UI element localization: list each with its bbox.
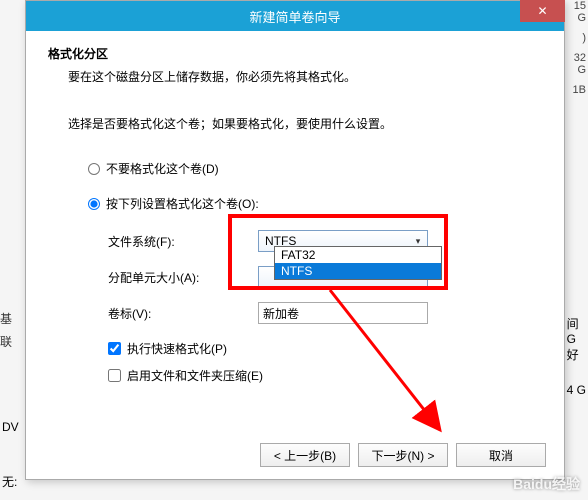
quick-format-checkbox[interactable]: 执行快速格式化(P) xyxy=(108,340,542,357)
volume-label-label: 卷标(V): xyxy=(108,305,258,322)
instruction-text: 选择是否要格式化这个卷；如果要格式化，要使用什么设置。 xyxy=(68,115,542,132)
radio-format[interactable]: 按下列设置格式化这个卷(O): xyxy=(88,195,542,212)
radio-no-format[interactable]: 不要格式化这个卷(D) xyxy=(88,160,542,177)
quick-format-label: 执行快速格式化(P) xyxy=(127,340,227,357)
background-fragments-right: 15 G ) 32 G 1B xyxy=(563,0,588,500)
next-button[interactable]: 下一步(N) > xyxy=(358,443,448,467)
dialog-title: 新建简单卷向导 xyxy=(249,7,340,26)
dialog-content: 格式化分区 要在这个磁盘分区上储存数据，你必须先将其格式化。 选择是否要格式化这… xyxy=(26,31,564,384)
quick-format-input[interactable] xyxy=(108,342,121,355)
close-icon: ✕ xyxy=(537,4,547,18)
wizard-dialog: 新建简单卷向导 ✕ 格式化分区 要在这个磁盘分区上储存数据，你必须先将其格式化。… xyxy=(25,0,565,480)
cancel-button[interactable]: 取消 xyxy=(456,443,546,467)
button-bar: < 上一步(B) 下一步(N) > 取消 xyxy=(260,443,546,467)
allocation-label: 分配单元大小(A): xyxy=(108,269,258,286)
compress-checkbox[interactable]: 启用文件和文件夹压缩(E) xyxy=(108,367,542,384)
section-description: 要在这个磁盘分区上储存数据，你必须先将其格式化。 xyxy=(68,68,542,85)
background-fragments-left: 基 联 xyxy=(0,310,12,356)
bg-frag-no: 无: xyxy=(2,473,17,490)
bg-frag-dv: DV xyxy=(2,420,19,434)
dropdown-option-ntfs[interactable]: NTFS xyxy=(275,263,441,279)
dropdown-option-fat32[interactable]: FAT32 xyxy=(275,247,441,263)
back-button[interactable]: < 上一步(B) xyxy=(260,443,350,467)
radio-no-format-input[interactable] xyxy=(88,163,100,175)
filesystem-dropdown[interactable]: FAT32 NTFS xyxy=(274,246,442,280)
radio-format-label: 按下列设置格式化这个卷(O): xyxy=(106,195,259,212)
filesystem-label: 文件系统(F): xyxy=(108,233,258,250)
section-title: 格式化分区 xyxy=(48,45,542,62)
compress-input[interactable] xyxy=(108,369,121,382)
titlebar: 新建简单卷向导 ✕ xyxy=(26,1,564,31)
volume-label-row: 卷标(V): xyxy=(108,302,542,324)
watermark: Baidu经验 xyxy=(513,474,580,494)
compress-label: 启用文件和文件夹压缩(E) xyxy=(127,367,263,384)
volume-label-input[interactable] xyxy=(258,302,428,324)
radio-format-input[interactable] xyxy=(88,198,100,210)
close-button[interactable]: ✕ xyxy=(520,0,565,22)
bg-frag: 间 G 好 4 G xyxy=(567,315,586,397)
radio-no-format-label: 不要格式化这个卷(D) xyxy=(106,160,219,177)
